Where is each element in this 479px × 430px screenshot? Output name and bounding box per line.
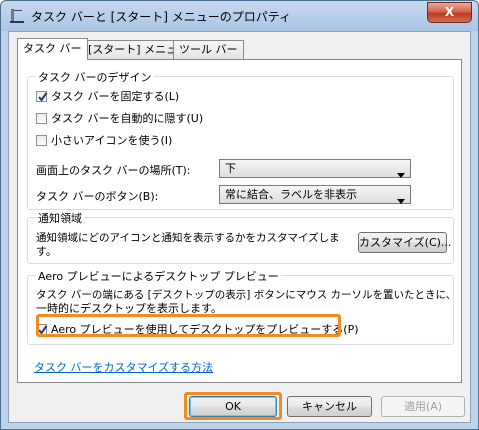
notification-area-group: 通知領域 通知領域にどのアイコンと通知を表示するかをカスタマイズしま す。 カス…	[27, 210, 454, 264]
title-bar[interactable]: タスク バーと [スタート] メニューのプロパティ X	[1, 1, 478, 31]
checkbox-box[interactable]	[36, 135, 47, 146]
window-title: タスク バーと [スタート] メニューのプロパティ	[31, 10, 292, 24]
customize-taskbar-help-link[interactable]: タスク バーをカスタマイズする方法	[34, 359, 213, 375]
lock-taskbar-checkbox[interactable]: タスク バーを固定する(L)	[36, 88, 179, 104]
customize-button[interactable]: カスタマイズ(C)...	[358, 232, 451, 253]
customize-button-label: カスタマイズ(C)...	[359, 236, 452, 249]
apply-button-label: 適用(A)	[403, 400, 443, 413]
notification-area-group-title: 通知領域	[36, 210, 84, 226]
autohide-taskbar-checkbox[interactable]: タスク バーを自動的に隠す(U)	[36, 110, 203, 126]
taskbar-buttons-value: 常に結合、ラベルを非表示	[225, 188, 357, 201]
small-icons-label: 小さいアイコンを使う(I)	[51, 134, 173, 147]
notification-area-text-2: す。	[36, 245, 57, 258]
aero-peek-highlight-frame	[36, 314, 341, 337]
taskbar-buttons-label: タスク バーのボタン(B):	[36, 190, 159, 203]
close-icon: X	[444, 5, 455, 19]
checkbox-box[interactable]	[36, 91, 48, 102]
lock-taskbar-label: タスク バーを固定する(L)	[51, 90, 180, 103]
taskbar-location-label: 画面上のタスク バーの場所(T):	[36, 164, 191, 177]
chevron-down-icon	[397, 192, 405, 209]
taskbar-properties-icon	[9, 8, 25, 24]
checkbox-box[interactable]	[36, 113, 47, 124]
check-icon	[38, 92, 48, 102]
small-icons-checkbox[interactable]: 小さいアイコンを使う(I)	[36, 132, 172, 148]
close-button[interactable]: X	[427, 2, 472, 23]
ok-button[interactable]: OK	[189, 396, 277, 417]
taskbar-location-dropdown[interactable]: 下	[219, 159, 411, 178]
dialog-client-area: タスク バー [スタート] メニュー ツール バー タスク バーのデザイン タス…	[8, 31, 471, 423]
taskbar-location-value: 下	[225, 162, 236, 175]
apply-button[interactable]: 適用(A)	[381, 396, 465, 417]
ok-button-label: OK	[225, 400, 241, 413]
autohide-taskbar-label: タスク バーを自動的に隠す(U)	[51, 112, 204, 125]
tab-panel-taskbar: タスク バーのデザイン タスク バーを固定する(L) タスク バーを自動的に隠す…	[17, 59, 462, 383]
cancel-button[interactable]: キャンセル	[287, 396, 372, 417]
tab-toolbars[interactable]: ツール バー	[173, 40, 244, 59]
taskbar-design-group-title: タスク バーのデザイン	[36, 69, 154, 85]
cancel-button-label: キャンセル	[302, 400, 357, 413]
taskbar-design-group: タスク バーのデザイン タスク バーを固定する(L) タスク バーを自動的に隠す…	[27, 69, 454, 210]
aero-peek-group-title: Aero プレビューによるデスクトップ プレビュー	[36, 268, 281, 284]
tab-toolbars-label: ツール バー	[179, 43, 238, 56]
chevron-down-icon	[397, 166, 405, 183]
properties-dialog: タスク バーと [スタート] メニューのプロパティ X タスク バー [スタート…	[0, 0, 479, 430]
taskbar-buttons-dropdown[interactable]: 常に結合、ラベルを非表示	[219, 185, 411, 204]
tab-taskbar[interactable]: タスク バー	[17, 38, 88, 60]
tab-taskbar-label: タスク バー	[23, 42, 82, 55]
notification-area-text-1: 通知領域にどのアイコンと通知を表示するかをカスタマイズしま	[36, 232, 340, 244]
